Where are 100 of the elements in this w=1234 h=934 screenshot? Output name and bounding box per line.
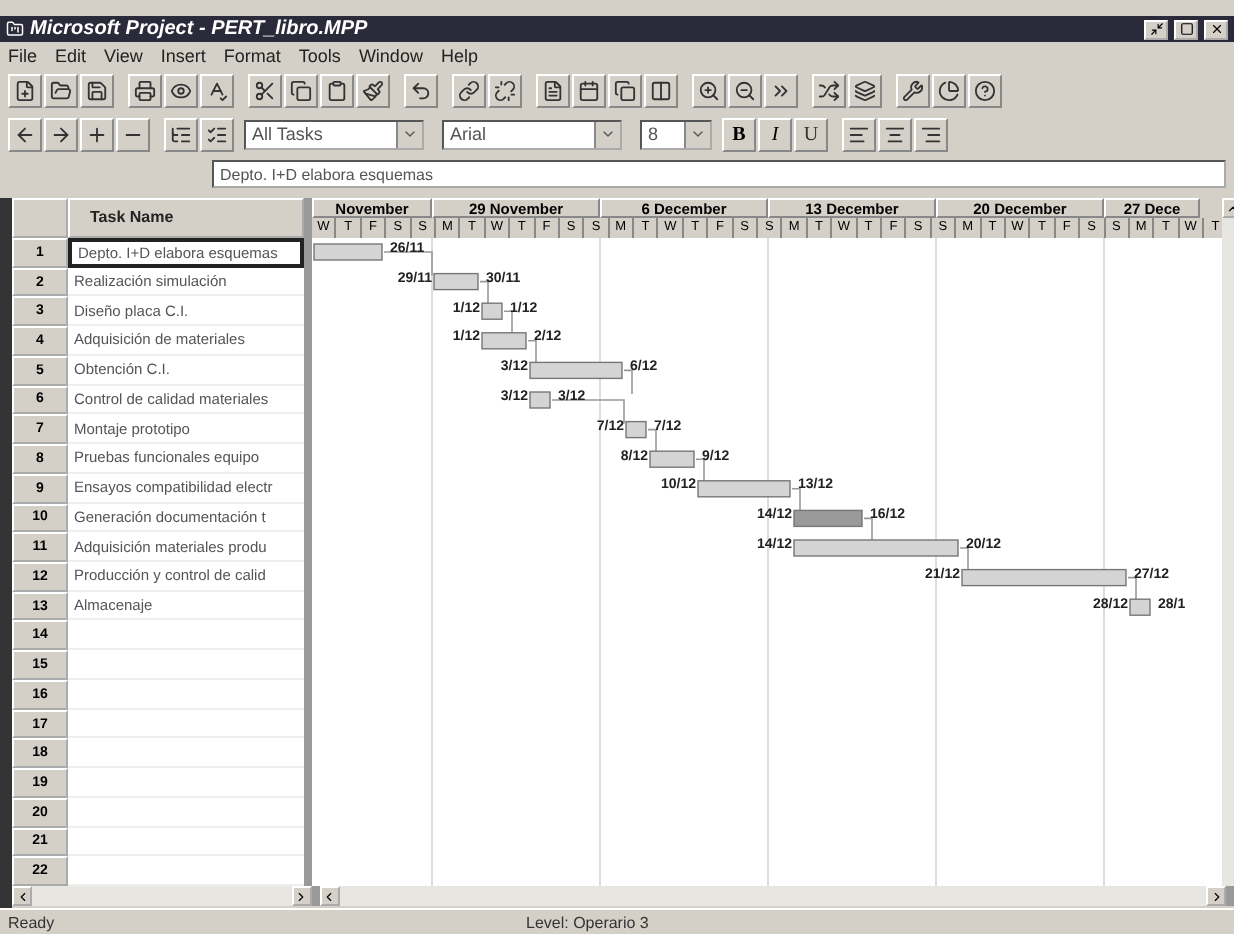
cut-button[interactable] — [248, 73, 282, 107]
paste-button[interactable] — [320, 73, 354, 107]
shuffle-icon — [818, 79, 840, 101]
chevron-down-icon — [600, 126, 616, 142]
font-size-dropdown[interactable]: 8 — [640, 119, 712, 149]
task-bar[interactable] — [793, 509, 863, 528]
scroll-right-button[interactable] — [1206, 886, 1226, 906]
minimize-button[interactable] — [1144, 19, 1168, 39]
link-button[interactable] — [452, 73, 486, 107]
unlink-icon — [494, 79, 516, 101]
printer-icon — [134, 79, 156, 101]
pages-icon — [614, 79, 636, 101]
close-icon — [1209, 22, 1223, 36]
horizontal-scrollbar[interactable] — [319, 886, 1234, 906]
task-bar[interactable] — [1129, 598, 1151, 616]
save-button[interactable] — [80, 73, 114, 107]
underline-button[interactable]: U — [794, 117, 828, 151]
copy-icon — [290, 79, 312, 101]
menu-item[interactable]: Window — [358, 45, 423, 65]
align-left-button[interactable] — [842, 117, 876, 151]
maximize-button[interactable] — [1174, 19, 1198, 39]
link-line — [623, 369, 633, 395]
task-bar[interactable] — [529, 361, 623, 380]
close-button[interactable] — [1204, 19, 1228, 39]
menu-item[interactable]: File — [8, 45, 38, 65]
columns-button[interactable] — [644, 73, 678, 107]
entry-field[interactable]: Depto. I+D elabora esquemas — [212, 160, 1226, 188]
shuffle-button[interactable] — [812, 73, 846, 107]
undo-icon — [410, 79, 432, 101]
document-button[interactable] — [536, 73, 570, 107]
chevron-left-icon — [322, 889, 336, 903]
zoom-in-button[interactable] — [692, 73, 726, 107]
task-bar[interactable] — [625, 420, 647, 439]
link-line — [1127, 576, 1137, 602]
pages-button[interactable] — [608, 73, 642, 107]
document-icon — [542, 79, 564, 101]
align-center-icon — [884, 123, 906, 145]
align-right-button[interactable] — [914, 117, 948, 151]
align-right-icon — [920, 123, 942, 145]
filter-dropdown[interactable]: All Tasks — [244, 119, 424, 149]
link-line — [959, 547, 969, 573]
scroll-left-button[interactable] — [12, 886, 32, 906]
menu-item[interactable]: Insert — [160, 45, 206, 65]
task-bar[interactable] — [961, 568, 1127, 587]
undo-button[interactable] — [404, 73, 438, 107]
font-dropdown[interactable]: Arial — [442, 119, 622, 149]
folder-button[interactable] — [44, 73, 78, 107]
column-header[interactable]: Task Name — [68, 198, 304, 238]
vertical-scrollbar[interactable] — [1222, 198, 1234, 886]
align-left-icon — [848, 123, 870, 145]
align-center-button[interactable] — [878, 117, 912, 151]
scroll-right-button[interactable] — [291, 886, 311, 906]
paintbrush-icon — [362, 79, 384, 101]
layers-button[interactable] — [848, 73, 882, 107]
menu-item[interactable]: Tools — [298, 45, 341, 65]
corner-header — [12, 198, 68, 238]
preview-icon — [170, 79, 192, 101]
link-line — [647, 428, 657, 454]
new-file-button[interactable] — [8, 73, 42, 107]
spell-check-button[interactable] — [200, 73, 234, 107]
paste-icon — [326, 79, 348, 101]
italic-button[interactable]: I — [758, 117, 792, 151]
paintbrush-button[interactable] — [356, 73, 390, 107]
link-line — [479, 280, 489, 306]
menu-item[interactable]: View — [104, 45, 143, 65]
copy-button[interactable] — [284, 73, 318, 107]
outline-button[interactable] — [164, 117, 198, 151]
chart-button[interactable] — [932, 73, 966, 107]
preview-button[interactable] — [164, 73, 198, 107]
menu-item[interactable]: Format — [223, 45, 281, 65]
menu-item[interactable]: Help — [440, 45, 478, 65]
scroll-left-button[interactable] — [319, 886, 339, 906]
columns-icon — [650, 79, 672, 101]
calendar-button[interactable] — [572, 73, 606, 107]
help-icon — [974, 79, 996, 101]
outdent-button[interactable] — [8, 117, 42, 151]
help-button[interactable] — [968, 73, 1002, 107]
chart-icon — [938, 79, 960, 101]
task-bar[interactable] — [481, 302, 503, 320]
wrench-button[interactable] — [896, 73, 930, 107]
folder-icon — [50, 79, 72, 101]
zoom-out-button[interactable] — [728, 73, 762, 107]
task-bar[interactable] — [433, 272, 479, 291]
window-title: Microsoft Project - PERT_libro.MPP — [30, 18, 370, 40]
task-bar[interactable] — [649, 450, 695, 468]
link-line — [503, 310, 513, 336]
task-bar[interactable] — [481, 332, 527, 350]
unlink-button[interactable] — [488, 73, 522, 107]
layers-icon — [854, 79, 876, 101]
status-text: Level: Operario 3 — [524, 913, 651, 931]
indent-button[interactable] — [44, 117, 78, 151]
link-line — [863, 517, 873, 543]
zoom-in-icon — [698, 79, 720, 101]
task-bar[interactable] — [697, 480, 791, 498]
zoom-out-icon — [734, 79, 756, 101]
list-button[interactable] — [200, 117, 234, 151]
bold-button[interactable]: B — [722, 117, 756, 151]
horizontal-scrollbar[interactable] — [12, 886, 319, 906]
printer-button[interactable] — [128, 73, 162, 107]
menu-item[interactable]: Edit — [55, 45, 87, 65]
